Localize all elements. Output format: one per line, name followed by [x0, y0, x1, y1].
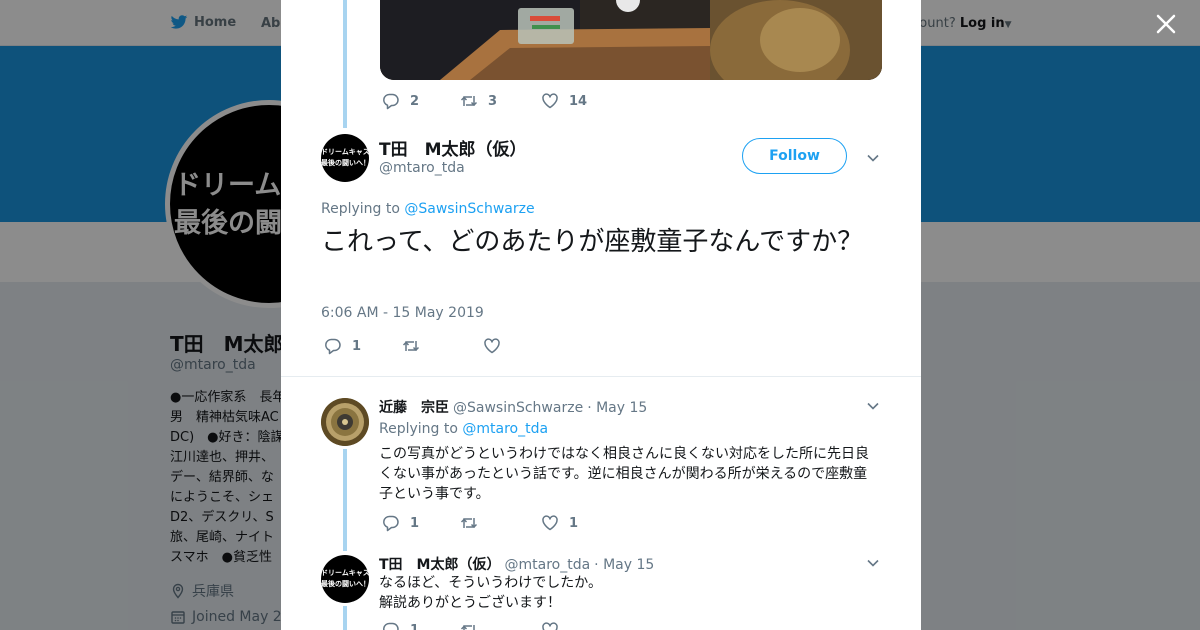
avatar-text-line2: 最後の闘いへ！ — [321, 580, 369, 588]
chevron-down-icon — [867, 559, 879, 567]
retweet-button[interactable] — [460, 514, 541, 532]
thread-line — [343, 606, 347, 630]
replying-to-link[interactable]: @SawsinSchwarze — [404, 201, 534, 217]
follow-button[interactable]: Follow — [742, 138, 847, 174]
reply-button[interactable]: 2 — [382, 92, 460, 110]
chevron-down-icon — [867, 402, 879, 410]
reply-header: T田 M太郎（仮） @mtaro_tda · May 15 — [379, 554, 654, 574]
heart-icon — [484, 338, 500, 354]
main-tweet-name[interactable]: T田 M太郎（仮） — [379, 135, 527, 160]
reply-header: 近藤 宗臣 @SawsinSchwarze · May 15 — [379, 397, 647, 417]
reply-author-handle[interactable]: @SawsinSchwarze — [453, 400, 583, 416]
chevron-down-icon — [867, 154, 879, 162]
reply-date[interactable]: · May 15 — [594, 557, 654, 573]
reply-button[interactable]: 1 — [324, 337, 402, 355]
divider — [281, 376, 921, 377]
reply-text-line: なるほど、そういうわけでしたか。 — [379, 575, 603, 591]
reply-button[interactable]: 1 — [382, 621, 460, 630]
reply-count: 2 — [410, 93, 420, 109]
retweet-icon — [460, 625, 475, 630]
heart-icon — [542, 515, 558, 531]
main-tweet-actions: 1 — [324, 337, 521, 355]
retweet-button[interactable]: 3 — [460, 92, 541, 110]
reply-avatar[interactable]: ドリームキャスト 最後の闘いへ！ — [321, 555, 369, 603]
replying-to: Replying to @SawsinSchwarze — [321, 201, 535, 217]
tweet-modal: 2 3 14 ドリームキャスト 最後の闘いへ！ T田 M太郎（仮） @mtaro… — [281, 0, 921, 630]
reply-text-line: 解説ありがとうございます！ — [379, 595, 561, 611]
reply-author-name[interactable]: 近藤 宗臣 — [379, 397, 449, 417]
tweet-photo[interactable] — [380, 0, 882, 80]
retweet-button[interactable] — [460, 621, 541, 630]
retweet-icon — [402, 341, 420, 352]
heart-icon — [542, 622, 558, 630]
reply-date[interactable]: · May 15 — [587, 400, 647, 416]
replying-to: Replying to @mtaro_tda — [379, 421, 548, 437]
reply-icon — [383, 93, 399, 110]
avatar-text-line1: ドリームキャスト — [321, 148, 369, 156]
like-button[interactable]: 14 — [541, 92, 587, 110]
reply-count: 1 — [410, 515, 420, 531]
retweet-button[interactable] — [402, 337, 483, 355]
prev-tweet-actions: 2 3 14 — [382, 92, 587, 110]
like-button[interactable] — [483, 337, 521, 355]
like-count: 1 — [569, 515, 579, 531]
thread-line — [343, 0, 347, 128]
replying-to-link[interactable]: @mtaro_tda — [462, 421, 548, 437]
reply-author-handle[interactable]: @mtaro_tda — [504, 557, 590, 573]
close-icon — [1156, 14, 1176, 34]
reply-menu-button[interactable] — [866, 398, 880, 412]
avatar-text-line1: ドリームキャスト — [321, 569, 369, 577]
main-tweet-avatar[interactable]: ドリームキャスト 最後の闘いへ！ — [321, 134, 369, 182]
reply-count: 1 — [410, 622, 420, 630]
reply-text: この写真がどうというわけではなく相良さんに良くない対応をした所に先日良くない事が… — [379, 446, 869, 502]
main-tweet-text: これって、どのあたりが座敷童子なんですか？ — [321, 227, 864, 257]
like-count: 14 — [569, 93, 588, 109]
photo-content — [380, 0, 882, 80]
like-button[interactable]: 1 — [541, 514, 579, 532]
reply-count: 1 — [352, 338, 362, 354]
reply-icon — [383, 622, 399, 630]
tweet-menu-button[interactable] — [866, 150, 880, 164]
retweet-icon — [460, 96, 478, 107]
reply-author-name[interactable]: T田 M太郎（仮） — [379, 554, 500, 574]
main-tweet-timestamp[interactable]: 6:06 AM - 15 May 2019 — [321, 305, 484, 321]
close-modal-button[interactable] — [1152, 10, 1180, 38]
reply-menu-button[interactable] — [866, 555, 880, 569]
avatar-text-line2: 最後の闘いへ！ — [321, 159, 369, 167]
reply-avatar-image — [321, 398, 369, 446]
retweet-icon — [460, 518, 478, 529]
like-button[interactable] — [541, 621, 559, 630]
retweet-count: 3 — [488, 93, 498, 109]
reply-actions: 1 — [382, 621, 559, 630]
reply-icon — [383, 515, 399, 532]
reply-text: なるほど、そういうわけでしたか。 解説ありがとうございます！ — [379, 573, 879, 613]
reply-avatar[interactable] — [321, 398, 369, 446]
heart-icon — [542, 93, 558, 109]
replying-prefix: Replying to — [321, 201, 400, 217]
thread-line — [343, 449, 347, 551]
replying-prefix: Replying to — [379, 421, 458, 437]
reply-button[interactable]: 1 — [382, 514, 460, 532]
main-tweet-handle[interactable]: @mtaro_tda — [379, 160, 465, 176]
reply-icon — [325, 338, 341, 355]
reply-actions: 1 1 — [382, 514, 579, 532]
